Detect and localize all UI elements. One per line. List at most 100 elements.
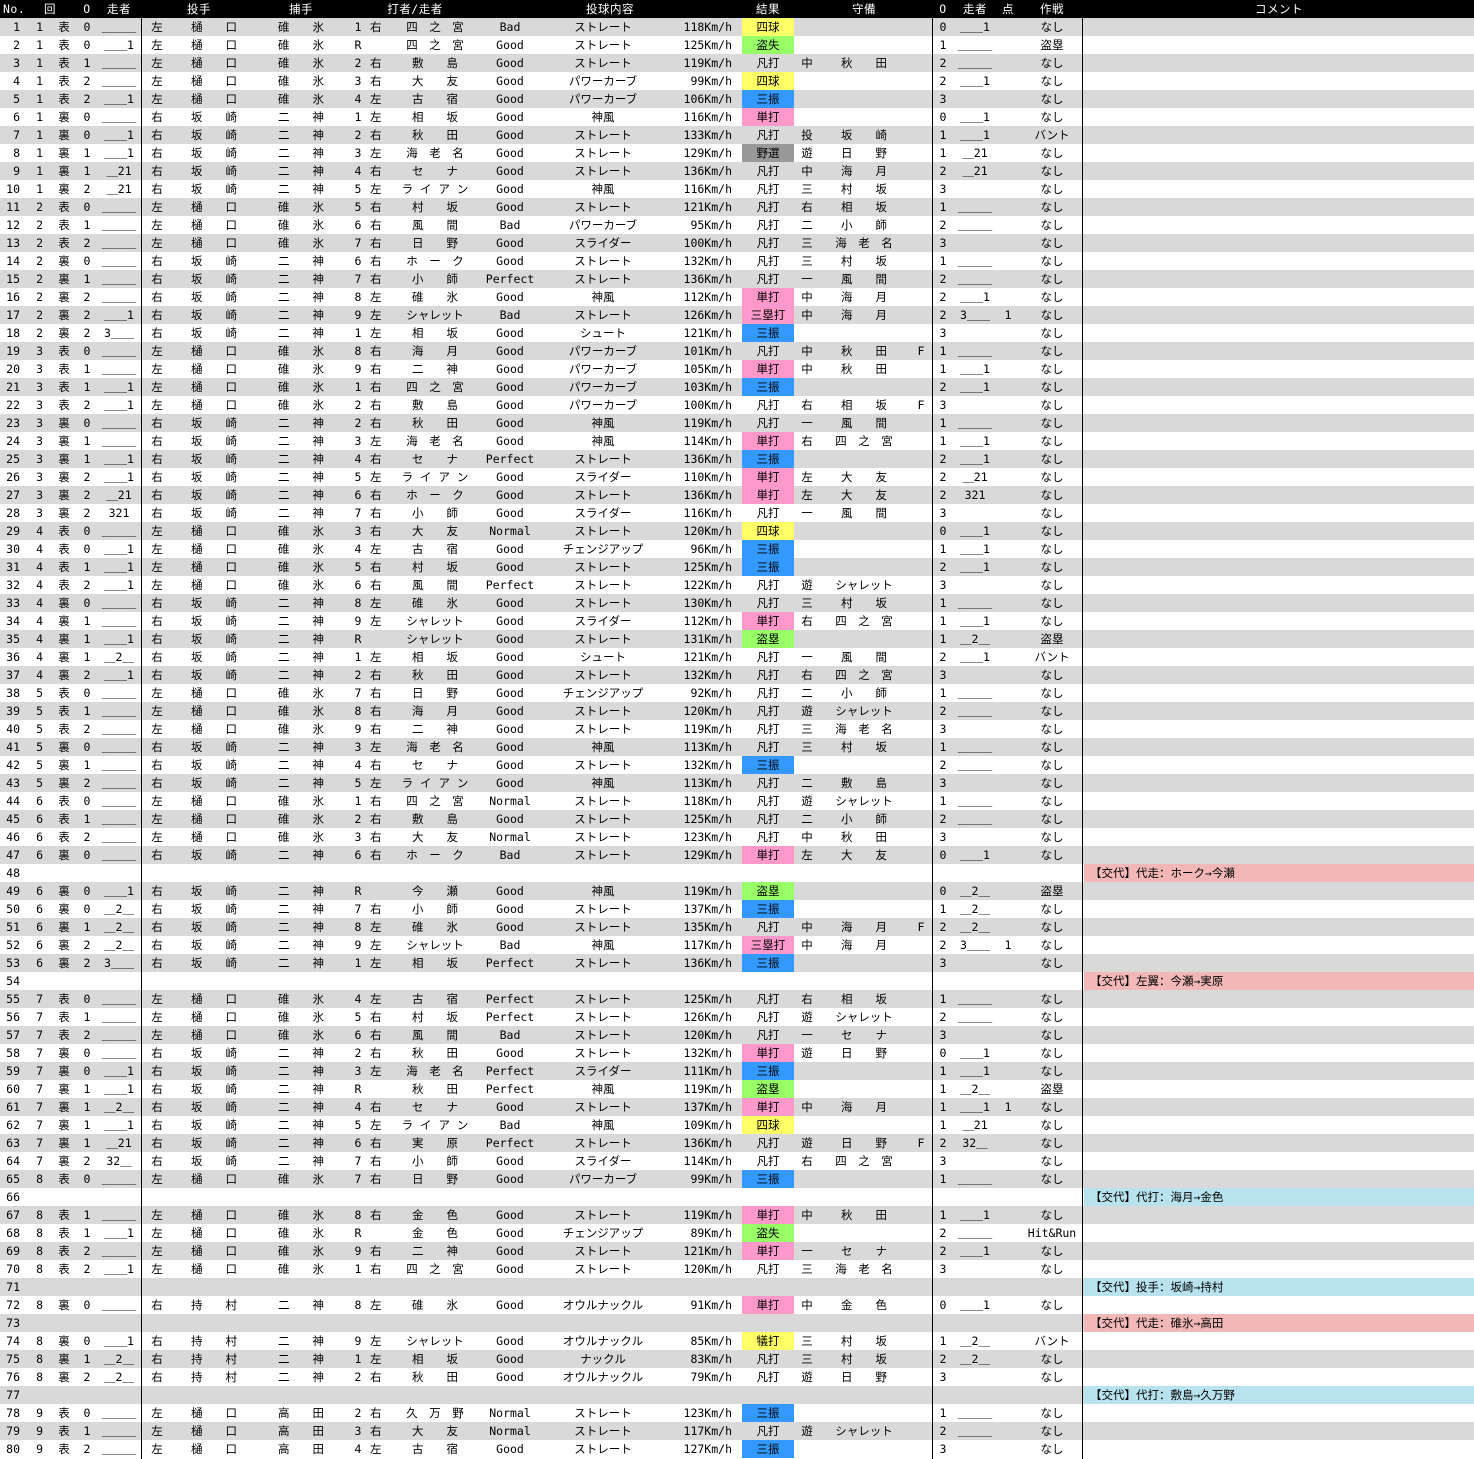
- pitch-quality: Good: [496, 776, 524, 790]
- row-no: 18: [6, 326, 20, 340]
- comment: [1084, 432, 1474, 450]
- catcher: 二 神: [278, 1100, 324, 1114]
- pitcher: 坂 崎: [191, 290, 237, 304]
- top-bottom: 裏: [58, 632, 70, 646]
- fielder-position: 右: [801, 398, 813, 412]
- outs-after: 1: [939, 1334, 947, 1348]
- inning: 6: [36, 848, 43, 862]
- runners-after: ＿＿1: [960, 434, 990, 448]
- runners-after: 321: [964, 488, 986, 502]
- batting-order: R: [354, 1226, 362, 1240]
- fielder-position: [796, 954, 818, 972]
- runners-after: ＿＿＿: [957, 596, 993, 610]
- foul-flag: [910, 774, 932, 792]
- table-row: 41 5 裏 0 ＿＿＿ 右坂 崎二 神3左海 老 名 Good 神風 113Km/h 凡打三村 …: [0, 738, 1474, 756]
- pitch-type: ストレート: [574, 452, 632, 466]
- batter: 村 坂: [412, 560, 458, 574]
- inning: 7: [36, 1154, 43, 1168]
- row-no: 44: [6, 794, 20, 808]
- outs: 2: [83, 956, 91, 970]
- pitcher: 樋 口: [191, 344, 237, 358]
- pitch-type: オウルナックル: [562, 1370, 644, 1384]
- fielder-position: 遊: [801, 1370, 813, 1384]
- table-row: 5 1 表 2 ＿＿1 左樋 口碓 氷4左古 宿 Good パワーカーブ 106Km/h 三振 3 な…: [0, 90, 1474, 108]
- header-inning: 回: [44, 2, 56, 16]
- runs-scored: [996, 1152, 1020, 1170]
- pitch-quality: Good: [496, 56, 524, 70]
- outs-after: 1: [939, 1100, 947, 1114]
- runners: ＿＿1: [104, 560, 134, 574]
- row-no: 35: [6, 632, 20, 646]
- top-bottom: 裏: [58, 164, 70, 178]
- batting-order: 4: [354, 164, 362, 178]
- strategy: なし: [1040, 506, 1064, 520]
- table-row: 39 5 表 1 ＿＿＿ 左樋 口碓 氷8右海 月 Good ストレート 120Km/h 凡打遊シ…: [0, 702, 1474, 720]
- batting-order: 9: [354, 1334, 362, 1348]
- outs-after: 2: [939, 1424, 947, 1438]
- outs-after: 0: [939, 524, 947, 538]
- batter: 敷 島: [412, 812, 458, 826]
- runners: ＿2＿: [104, 920, 134, 934]
- foul-flag: [910, 1224, 932, 1242]
- comment: [1084, 414, 1474, 432]
- table-row: 6 1 裏 0 ＿＿＿ 右坂 崎二 神1左相 坂 Good 神風 116Km/h 単打 0 ＿＿1 なし: [0, 108, 1474, 126]
- pitcher-hand: 右: [151, 902, 163, 916]
- catcher: 碓 氷: [278, 20, 324, 34]
- batting-order: 2: [354, 1370, 362, 1384]
- runners-after: 3＿＿: [960, 308, 990, 322]
- runners-after: ＿＿1: [960, 542, 990, 556]
- pitcher: 坂 崎: [191, 1118, 237, 1132]
- pitch-quality: Good: [496, 1226, 524, 1240]
- table-row: 53 6 裏 2 3＿＿ 右坂 崎二 神1左相 坂 Perfect ストレート 136Km/h 三…: [0, 954, 1474, 972]
- catcher: 碓 氷: [278, 560, 324, 574]
- runners: ＿＿＿: [101, 1424, 137, 1438]
- pitch-speed: 116Km/h: [683, 182, 732, 196]
- strategy: [1022, 864, 1082, 882]
- top-bottom: 表: [58, 20, 70, 34]
- foul-flag: [910, 1296, 932, 1314]
- top-bottom: 裏: [58, 740, 70, 754]
- result: 単打: [756, 614, 780, 628]
- row-no: 27: [6, 488, 20, 502]
- row-no: 75: [6, 1352, 20, 1366]
- header-points: 点: [1002, 2, 1014, 16]
- outs: [76, 972, 98, 990]
- batter: 風 間: [412, 218, 458, 232]
- fielder: [818, 72, 910, 90]
- comment: 【交代】左翼：今瀬→実原: [1090, 974, 1224, 988]
- row-no: 64: [6, 1154, 20, 1168]
- foul-flag: [910, 1116, 932, 1134]
- top-bottom: 表: [58, 578, 70, 592]
- fielder-position: 中: [801, 1100, 813, 1114]
- pitch-speed: 123Km/h: [683, 830, 732, 844]
- fielder-position: 左: [801, 488, 813, 502]
- pitch-quality: Perfect: [485, 1136, 535, 1150]
- strategy: なし: [1040, 146, 1064, 160]
- comment: [1084, 756, 1474, 774]
- header-out: O: [83, 2, 91, 16]
- runners: ＿＿＿: [101, 56, 137, 70]
- pitch-speed: 114Km/h: [683, 434, 732, 448]
- pitcher-hand: 左: [151, 722, 163, 736]
- result: 単打: [756, 1208, 780, 1222]
- inning: 2: [36, 326, 43, 340]
- outs: [76, 1278, 98, 1296]
- comment: [1084, 18, 1474, 36]
- strategy: [1022, 1386, 1082, 1404]
- pitcher: 坂 崎: [191, 452, 237, 466]
- inning: 1: [36, 110, 43, 124]
- batter: 海 月: [412, 704, 458, 718]
- outs-after: 2: [939, 758, 947, 772]
- comment: [1084, 1044, 1474, 1062]
- fielder-position: [796, 756, 818, 774]
- row-no: 11: [6, 200, 20, 214]
- batting-order: 7: [354, 1154, 362, 1168]
- pitch-quality: Good: [496, 884, 524, 898]
- outs: 2: [83, 326, 91, 340]
- strategy: なし: [1040, 20, 1064, 34]
- result: [742, 1314, 794, 1332]
- comment: [1084, 1134, 1474, 1152]
- batter: 四 之 宮: [406, 1262, 464, 1276]
- fielder: 敷 島: [841, 776, 887, 790]
- row-no: 4: [13, 74, 20, 88]
